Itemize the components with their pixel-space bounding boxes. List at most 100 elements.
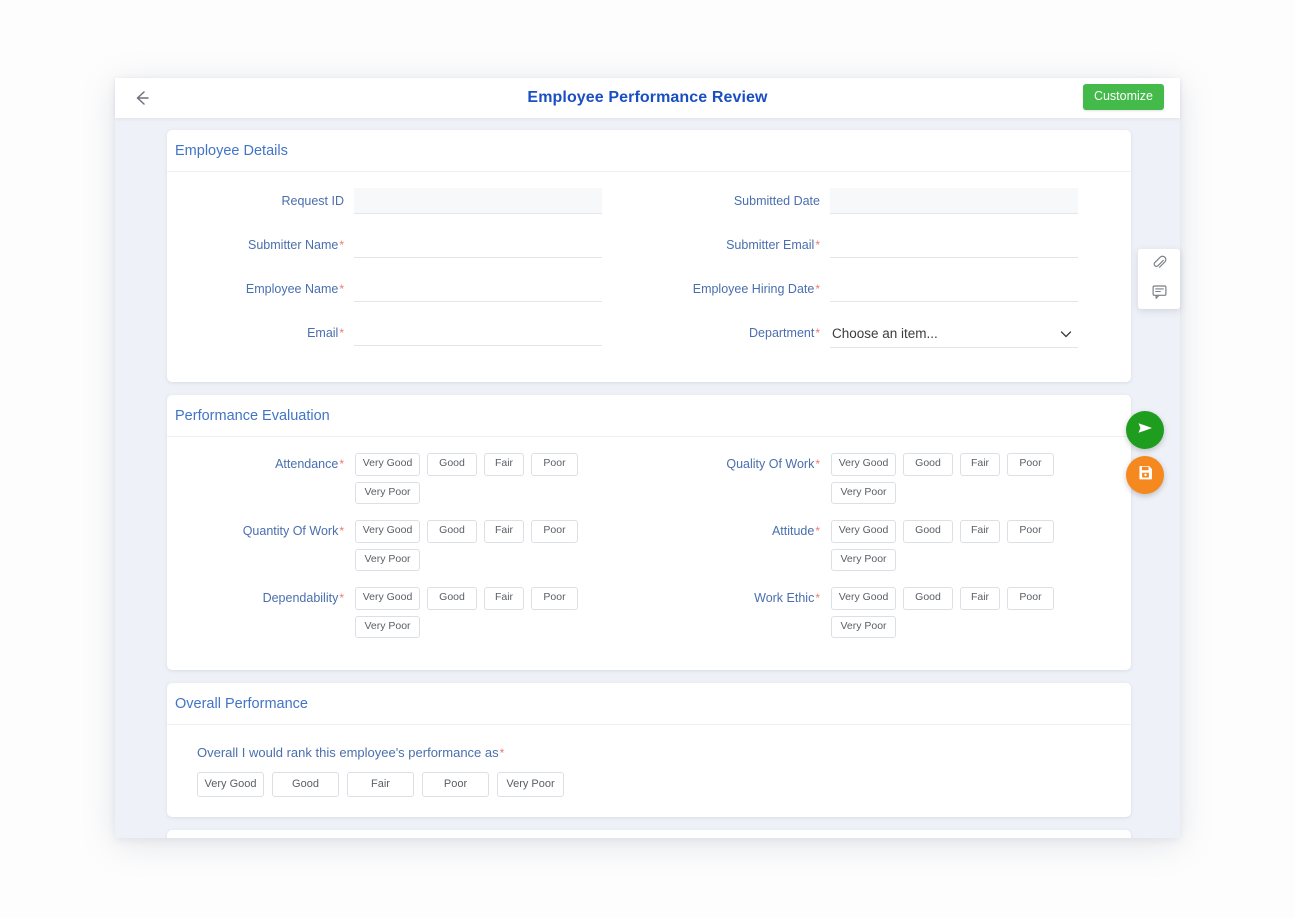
rating-option-very-poor[interactable]: Very Poor <box>355 481 420 505</box>
rating-option-good[interactable]: Good <box>427 520 477 543</box>
label-dependability: Dependability* <box>177 587 344 605</box>
rating-option-fair[interactable]: Fair <box>484 587 524 610</box>
rating-option-poor[interactable]: Poor <box>531 520 578 543</box>
rating-option-poor[interactable]: Poor <box>531 587 578 610</box>
label-text: Submitter Name <box>248 238 339 252</box>
control-wrap <box>344 188 602 214</box>
rating-option-fair[interactable]: Fair <box>960 453 1000 476</box>
label-text: Submitted Date <box>733 194 820 208</box>
label-work-ethic: Work Ethic* <box>653 587 820 605</box>
label-text: Quantity Of Work <box>242 524 339 539</box>
rating-option-very-poor[interactable]: Very Poor <box>355 615 420 639</box>
control-wrap <box>344 276 602 302</box>
overall-option-very-good[interactable]: Very Good <box>197 772 264 798</box>
label-text: Request ID <box>281 194 344 208</box>
rating-option-good[interactable]: Good <box>427 587 477 610</box>
back-button[interactable] <box>115 78 167 118</box>
overall-options: Very Good Good Fair Poor Very Poor <box>197 772 1125 798</box>
rating-option-very-poor[interactable]: Very Poor <box>831 548 896 572</box>
rating-options: Very Good Good Fair Poor Very Poor <box>820 520 1090 572</box>
save-button[interactable] <box>1126 456 1164 494</box>
control-wrap <box>820 188 1078 214</box>
overall-option-poor[interactable]: Poor <box>422 772 489 798</box>
employee-name-input[interactable] <box>354 276 602 302</box>
rating-option-very-good[interactable]: Very Good <box>831 587 896 610</box>
rating-option-poor[interactable]: Poor <box>1007 453 1054 476</box>
label-text: Email <box>307 326 339 340</box>
overall-question-text: Overall I would rank this employee's per… <box>197 745 499 761</box>
performance-grid: Attendance* Very Good Good Fair Poor Ver… <box>173 453 1125 654</box>
employee-hiring-date-input[interactable] <box>830 276 1078 302</box>
rating-options: Very Good Good Fair Poor Very Poor <box>344 453 614 505</box>
required-marker: * <box>499 746 505 761</box>
field-department: Department* Choose an item... <box>649 320 1125 348</box>
card-header: Detailed Description <box>167 830 1131 838</box>
rating-option-good[interactable]: Good <box>903 453 953 476</box>
label-department: Department* <box>653 320 820 340</box>
comment-icon[interactable] <box>1151 283 1168 305</box>
label-text: Attitude <box>771 524 815 539</box>
overall-option-very-poor[interactable]: Very Poor <box>497 772 564 798</box>
label-request-id: Request ID <box>177 188 344 208</box>
submitter-name-input[interactable] <box>354 232 602 258</box>
rating-option-fair[interactable]: Fair <box>484 453 524 476</box>
rating-option-good[interactable]: Good <box>903 520 953 543</box>
field-submitted-date: Submitted Date <box>649 188 1125 214</box>
email-input[interactable] <box>354 320 602 346</box>
rating-option-fair[interactable]: Fair <box>960 587 1000 610</box>
submitter-email-input[interactable] <box>830 232 1078 258</box>
arrow-left-icon <box>131 88 151 108</box>
overall-option-good[interactable]: Good <box>272 772 339 798</box>
send-icon <box>1135 418 1155 443</box>
label-text: Attendance <box>275 457 339 471</box>
card-header: Performance Evaluation <box>167 395 1131 437</box>
rating-option-very-good[interactable]: Very Good <box>355 453 420 476</box>
card-performance-evaluation: Performance Evaluation Attendance* Very … <box>167 395 1131 671</box>
label-attendance: Attendance* <box>177 453 344 471</box>
control-wrap: Choose an item... <box>820 320 1078 348</box>
section-title-overall-performance: Overall Performance <box>175 696 308 713</box>
rating-option-very-good[interactable]: Very Good <box>355 520 420 543</box>
field-submitter-name: Submitter Name* <box>173 232 649 258</box>
rating-option-very-poor[interactable]: Very Poor <box>831 481 896 505</box>
rating-option-fair[interactable]: Fair <box>960 520 1000 543</box>
rating-option-very-good[interactable]: Very Good <box>831 520 896 543</box>
rating-option-good[interactable]: Good <box>903 587 953 610</box>
card-body: Request ID Submitted Date Submitter Name… <box>167 172 1131 382</box>
rating-option-poor[interactable]: Poor <box>531 453 578 476</box>
label-text: Work Ethic <box>754 591 815 606</box>
customize-button[interactable]: Customize <box>1082 84 1164 110</box>
rating-option-good[interactable]: Good <box>427 453 477 476</box>
overall-option-fair[interactable]: Fair <box>347 772 414 798</box>
rating-option-very-good[interactable]: Very Good <box>831 453 896 476</box>
control-wrap <box>344 232 602 258</box>
rating-option-fair[interactable]: Fair <box>484 520 524 543</box>
label-text: Department <box>749 326 815 340</box>
label-employee-name: Employee Name* <box>177 276 344 296</box>
rating-option-poor[interactable]: Poor <box>1007 520 1054 543</box>
label-text: Submitter Email <box>726 238 815 252</box>
rating-attitude: Attitude* Very Good Good Fair Poor Very … <box>649 520 1125 572</box>
rating-option-poor[interactable]: Poor <box>1007 587 1054 610</box>
rating-quantity-of-work: Quantity Of Work* Very Good Good Fair Po… <box>173 520 649 572</box>
app-window: Employee Performance Review Customize Em… <box>115 78 1180 838</box>
submitted-date-input[interactable] <box>830 188 1078 214</box>
department-select[interactable]: Choose an item... <box>830 320 1078 348</box>
field-request-id: Request ID <box>173 188 649 214</box>
label-attitude: Attitude* <box>653 520 820 538</box>
form-body: Employee Details Request ID Submitted Da… <box>115 118 1180 838</box>
submit-button[interactable] <box>1126 411 1164 449</box>
card-detailed-description: Detailed Description <box>167 830 1131 838</box>
overall-question: Overall I would rank this employee's per… <box>197 745 1125 760</box>
request-id-input[interactable] <box>354 188 602 214</box>
rating-option-very-good[interactable]: Very Good <box>355 587 420 610</box>
rating-option-very-poor[interactable]: Very Poor <box>831 615 896 639</box>
paperclip-icon[interactable] <box>1151 254 1168 276</box>
label-text: Employee Hiring Date <box>692 282 815 296</box>
section-title-performance-evaluation: Performance Evaluation <box>175 408 330 424</box>
section-title-employee-details: Employee Details <box>175 143 288 159</box>
card-employee-details: Employee Details Request ID Submitted Da… <box>167 130 1131 382</box>
rating-options: Very Good Good Fair Poor Very Poor <box>820 587 1090 639</box>
employee-details-grid: Request ID Submitted Date Submitter Name… <box>173 188 1125 366</box>
rating-option-very-poor[interactable]: Very Poor <box>355 548 420 572</box>
